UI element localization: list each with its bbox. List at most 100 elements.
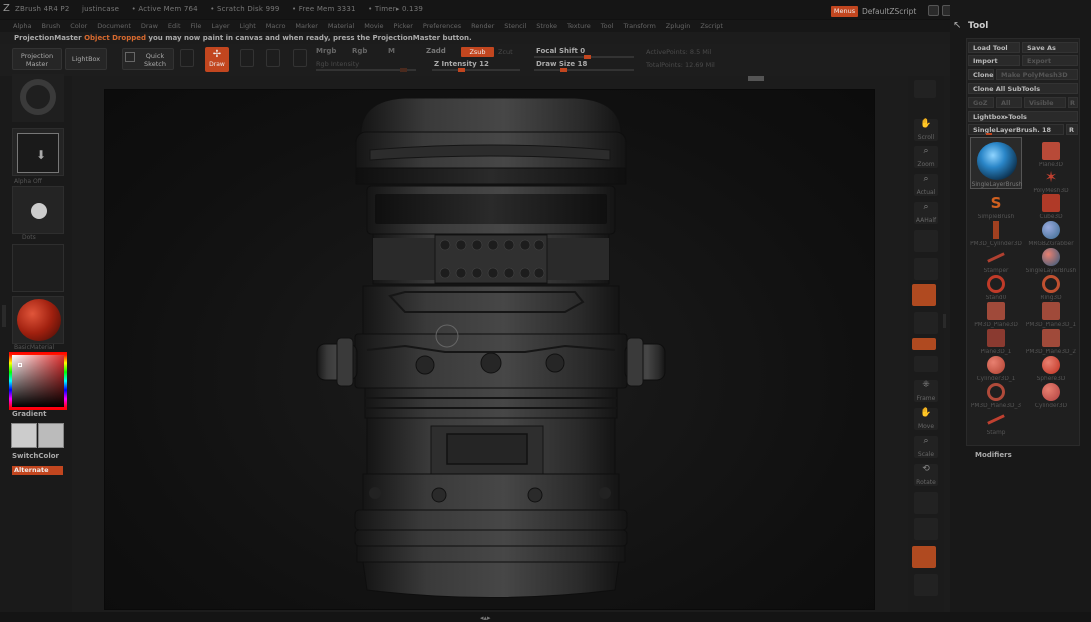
menu-stencil[interactable]: Stencil [504,20,526,32]
menu-render[interactable]: Render [471,20,494,32]
menu-macro[interactable]: Macro [266,20,286,32]
z-intensity-slider[interactable]: Z Intensity 12 [434,60,489,68]
menu-draw[interactable]: Draw [141,20,158,32]
cylinder-model[interactable] [105,90,876,611]
rgb-intensity-knob[interactable] [400,68,407,72]
import-button[interactable]: Import [968,55,1020,66]
focal-shift-slider[interactable]: Focal Shift 0 [536,47,585,55]
shelf-scroll-handle[interactable] [748,76,764,81]
material-selector[interactable] [12,296,64,344]
main-color-swatch[interactable] [11,423,37,448]
rgb-intensity-slider[interactable]: Rgb Intensity [316,60,359,68]
lightbox-tools-button[interactable]: Lightbox▸Tools [968,111,1078,122]
focal-shift-track[interactable] [534,55,634,59]
rgb-intensity-track[interactable] [316,68,416,72]
bottom-tray-arrows-icon[interactable]: ◂▴▸ [480,614,491,622]
draw-button[interactable]: ✢ Draw [205,47,229,72]
menu-movie[interactable]: Movie [364,20,383,32]
menu-document[interactable]: Document [97,20,131,32]
lightbox-button[interactable]: LightBox [65,48,107,70]
bpr-button[interactable] [914,80,936,98]
menu-light[interactable]: Light [240,20,256,32]
edit-icon[interactable] [180,49,194,67]
menu-picker[interactable]: Picker [394,20,413,32]
export-button[interactable]: Export [1022,55,1078,66]
persp-button[interactable] [914,230,938,252]
load-tool-button[interactable]: Load Tool [968,42,1020,53]
m-button[interactable]: M [388,47,395,55]
sym-button[interactable] [912,338,936,350]
tool-thumb-stamp[interactable]: Stamp [973,408,1019,446]
draw-size-knob[interactable] [560,68,567,72]
menu-color[interactable]: Color [70,20,87,32]
rotate-icon[interactable] [293,49,307,67]
scale-icon[interactable] [266,49,280,67]
draw-size-track[interactable] [534,68,634,72]
save-as-button[interactable]: Save As [1022,42,1078,53]
document-canvas[interactable] [104,89,875,610]
focal-shift-knob[interactable] [584,55,591,59]
local-button[interactable] [912,284,936,306]
color-picker[interactable] [9,352,67,410]
solo-button[interactable] [912,546,936,568]
xpose-button[interactable] [914,574,938,596]
switch-color-button[interactable]: SwitchColor [12,452,59,460]
default-script-button[interactable]: DefaultZScript [862,7,916,16]
menu-texture[interactable]: Texture [567,20,591,32]
z-intensity-track[interactable] [432,68,520,72]
menu-edit[interactable]: Edit [168,20,181,32]
menu-file[interactable]: File [191,20,202,32]
polyf-button[interactable] [914,492,938,514]
goz-button[interactable]: GoZ [968,97,994,108]
brush-selector[interactable] [12,74,64,122]
floor-button[interactable] [914,258,938,280]
stroke-selector[interactable] [12,186,64,234]
right-tray-handle[interactable] [943,314,946,328]
current-tool-slider[interactable]: SingleLayerBrush. 18 [968,124,1064,135]
menus-button[interactable]: Menus [831,6,858,17]
menu-brush[interactable]: Brush [41,20,60,32]
transp-button[interactable] [914,518,938,540]
all-button[interactable]: All [996,97,1022,108]
tool-menu-icon[interactable]: ↖ [953,20,961,31]
projection-master-button[interactable]: Projection Master [12,48,62,70]
secondary-color-swatch[interactable] [38,423,64,448]
menu-tool[interactable]: Tool [601,20,614,32]
current-tool-thumbnail[interactable]: SingleLayerBrush [970,137,1022,189]
modifiers-section[interactable]: Modifiers [975,451,1012,459]
draw-size-slider[interactable]: Draw Size 18 [536,60,587,68]
menu-preferences[interactable]: Preferences [423,20,461,32]
r2-button[interactable]: R [1066,124,1078,135]
hue-ring[interactable] [9,352,67,410]
clone-button[interactable]: Clone [968,69,994,80]
z-intensity-knob[interactable] [458,68,465,72]
menu-zplugin[interactable]: Zplugin [666,20,691,32]
make-polymesh-button[interactable]: Make PolyMesh3D [996,69,1078,80]
tool-thumb-cylinder3d[interactable]: Cylinder3D [1028,381,1074,419]
menu-layer[interactable]: Layer [211,20,229,32]
linefill-button[interactable] [914,356,938,372]
color-cursor[interactable] [18,363,22,367]
texture-selector[interactable] [12,244,64,292]
gradient-button[interactable]: Gradient [12,410,46,418]
xyz-button[interactable] [914,312,938,334]
clone-all-subtools-button[interactable]: Clone All SubTools [968,83,1078,94]
menu-marker[interactable]: Marker [295,20,317,32]
menu-zscript[interactable]: Zscript [700,20,723,32]
menu-material[interactable]: Material [328,20,354,32]
visible-button[interactable]: Visible [1024,97,1066,108]
alternate-button[interactable]: Alternate [12,466,63,475]
menu-transform[interactable]: Transform [623,20,655,32]
zadd-button[interactable]: Zadd [426,47,446,55]
alpha-selector[interactable]: ⬇ [12,128,64,176]
menu-stroke[interactable]: Stroke [536,20,557,32]
left-tray-handle[interactable] [2,305,6,327]
menu-alpha[interactable]: Alpha [13,20,31,32]
arrow-left-icon[interactable] [928,5,939,16]
move-icon[interactable] [240,49,254,67]
r-button[interactable]: R [1068,97,1078,108]
zsub-button[interactable]: Zsub [461,47,494,57]
rgb-button[interactable]: Rgb [352,47,367,55]
current-tool-knob[interactable] [986,133,992,135]
zcut-button[interactable]: Zcut [498,48,513,56]
